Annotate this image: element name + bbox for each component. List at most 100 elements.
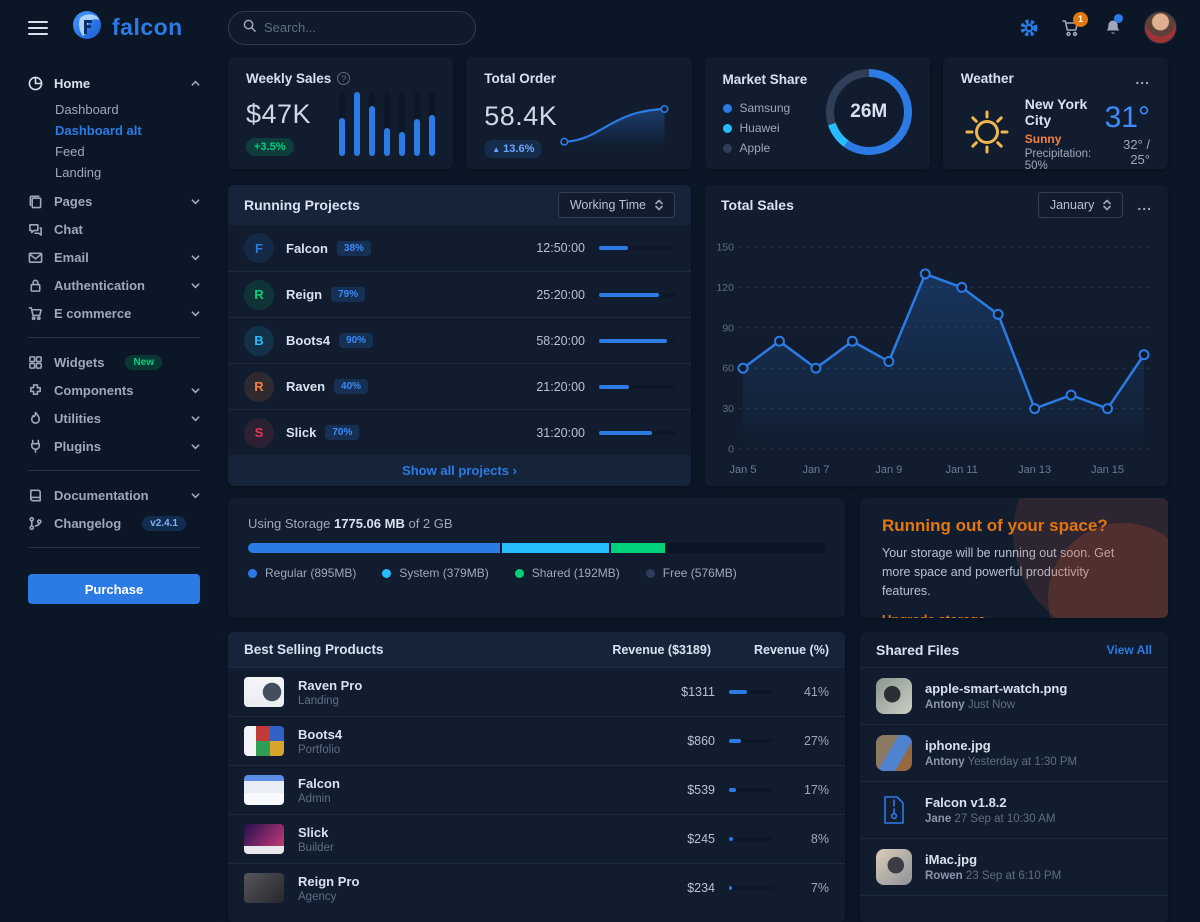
settings-gear-icon[interactable] [1018,17,1040,39]
upgrade-storage-link[interactable]: Upgrade storage › [882,612,993,618]
legend-dot [723,144,732,153]
shared-file-row[interactable]: apple-smart-watch.png Antony Just Now [860,668,1168,725]
sidebar-divider [28,547,200,548]
product-row[interactable]: SlickBuilder $2458% [228,814,845,863]
search-input[interactable] [264,20,461,35]
shared-file-row[interactable]: iMac.jpg Rowen 23 Sep at 6:10 PM [860,839,1168,896]
shared-file-row[interactable]: iphone.jpg Antony Yesterday at 1:30 PM [860,725,1168,782]
code-branch-icon [28,516,43,531]
chevron-down-icon [191,491,200,500]
flame-icon [28,411,43,426]
product-revenue: $234 [605,881,715,895]
sidebar-item-changelog[interactable]: Changelog v2.4.1 [28,509,200,537]
sidebar-item-label: Changelog [54,516,121,531]
column-header-revenue: Revenue ($3189) [561,643,711,657]
project-progress-badge: 90% [339,333,373,348]
legend-dot [646,569,655,578]
sidebar-item-label: Documentation [54,488,149,503]
weather-condition: Sunny [1025,132,1093,146]
file-author: Rowen [925,870,963,882]
file-name: apple-smart-watch.png [925,681,1067,696]
sidebar-item-utilities[interactable]: Utilities [28,404,200,432]
project-row[interactable]: F Falcon 38% 12:50:00 [228,225,691,271]
product-percent: 8% [787,832,829,846]
sidebar-item-chat[interactable]: Chat [28,215,200,243]
sidebar-item-feed[interactable]: Feed [55,141,200,162]
product-row[interactable]: Raven ProLanding $131141% [228,667,845,716]
app-logo[interactable]: falcon [70,8,183,47]
product-progress-bar [729,788,773,792]
working-time-select[interactable]: Working Time [558,192,675,218]
project-time: 31:20:00 [536,426,585,440]
product-name: Slick [298,825,334,840]
product-thumbnail [244,775,284,805]
file-thumbnail [876,849,912,885]
file-thumbnail [876,678,912,714]
project-progress-bar [599,293,675,297]
svg-text:Jan 5: Jan 5 [730,464,757,476]
show-all-projects-link[interactable]: Show all projects › [228,455,691,486]
notifications-bell-icon[interactable] [1102,17,1124,39]
product-revenue: $539 [605,783,715,797]
project-time: 25:20:00 [536,288,585,302]
sidebar-item-pages[interactable]: Pages [28,187,200,215]
product-progress-bar [729,886,773,890]
product-progress-bar [729,739,773,743]
sidebar-item-documentation[interactable]: Documentation [28,481,200,509]
sidebar-item-ecommerce[interactable]: E commerce [28,299,200,327]
sidebar-item-label: Utilities [54,411,101,426]
version-badge: v2.4.1 [142,516,186,531]
more-menu-icon[interactable]: ... [1137,202,1152,208]
home-submenu: Dashboard Dashboard alt Feed Landing [28,97,200,187]
product-name: Raven Pro [298,678,362,693]
file-time: 23 Sep at 6:10 PM [966,870,1061,882]
product-row[interactable]: Boots4Portfolio $86027% [228,716,845,765]
purchase-button[interactable]: Purchase [28,574,200,604]
sidebar-item-dashboard-alt[interactable]: Dashboard alt [55,120,200,141]
search-box[interactable] [228,11,476,45]
month-select[interactable]: January [1038,192,1123,218]
sidebar-item-label: Authentication [54,278,145,293]
project-row[interactable]: R Raven 40% 21:20:00 [228,363,691,409]
shared-file-row[interactable]: Falcon v1.8.2 Jane 27 Sep at 10:30 AM [860,782,1168,839]
product-row[interactable]: FalconAdmin $53917% [228,765,845,814]
sidebar-item-plugins[interactable]: Plugins [28,432,200,460]
sidebar-item-home[interactable]: Home [28,69,200,97]
user-avatar[interactable] [1144,11,1177,44]
project-row[interactable]: B Boots4 90% 58:20:00 [228,317,691,363]
new-badge: New [125,355,162,370]
column-header-percent: Revenue (%) [711,643,829,657]
email-icon [28,250,43,265]
card-title: Best Selling Products [244,642,561,657]
view-all-link[interactable]: View All [1107,643,1152,657]
project-time: 21:20:00 [536,380,585,394]
help-icon[interactable]: ? [337,72,350,85]
select-caret-icon [1103,199,1111,211]
sidebar-item-components[interactable]: Components [28,376,200,404]
sidebar-item-landing[interactable]: Landing [55,162,200,183]
project-progress-bar [599,246,675,250]
weather-range: 32° / 25° [1105,137,1150,167]
select-caret-icon [655,199,663,211]
sidebar-item-email[interactable]: Email [28,243,200,271]
chevron-down-icon [191,414,200,423]
project-row[interactable]: R Reign 79% 25:20:00 [228,271,691,317]
product-percent: 41% [787,685,829,699]
product-name: Boots4 [298,727,342,742]
running-projects-card: Running Projects Working Time F Falcon 3… [228,185,691,486]
legend-label: Regular (895MB) [265,566,356,580]
svg-text:60: 60 [722,363,734,375]
sidebar-item-dashboard[interactable]: Dashboard [55,99,200,120]
project-progress-bar [599,431,675,435]
puzzle-icon [28,383,43,398]
cart-icon[interactable]: 1 [1060,17,1082,39]
project-time: 12:50:00 [536,241,585,255]
product-row[interactable]: Reign ProAgency $2347% [228,863,845,912]
more-menu-icon[interactable]: ... [1135,76,1150,82]
project-row[interactable]: S Slick 70% 31:20:00 [228,409,691,455]
storage-card: Using Storage 1775.06 MB of 2 GB Regular… [228,498,845,618]
hamburger-menu-icon[interactable] [28,21,48,35]
card-title: Running Projects [244,197,360,213]
sidebar-item-authentication[interactable]: Authentication [28,271,200,299]
sidebar-item-widgets[interactable]: Widgets New [28,348,200,376]
